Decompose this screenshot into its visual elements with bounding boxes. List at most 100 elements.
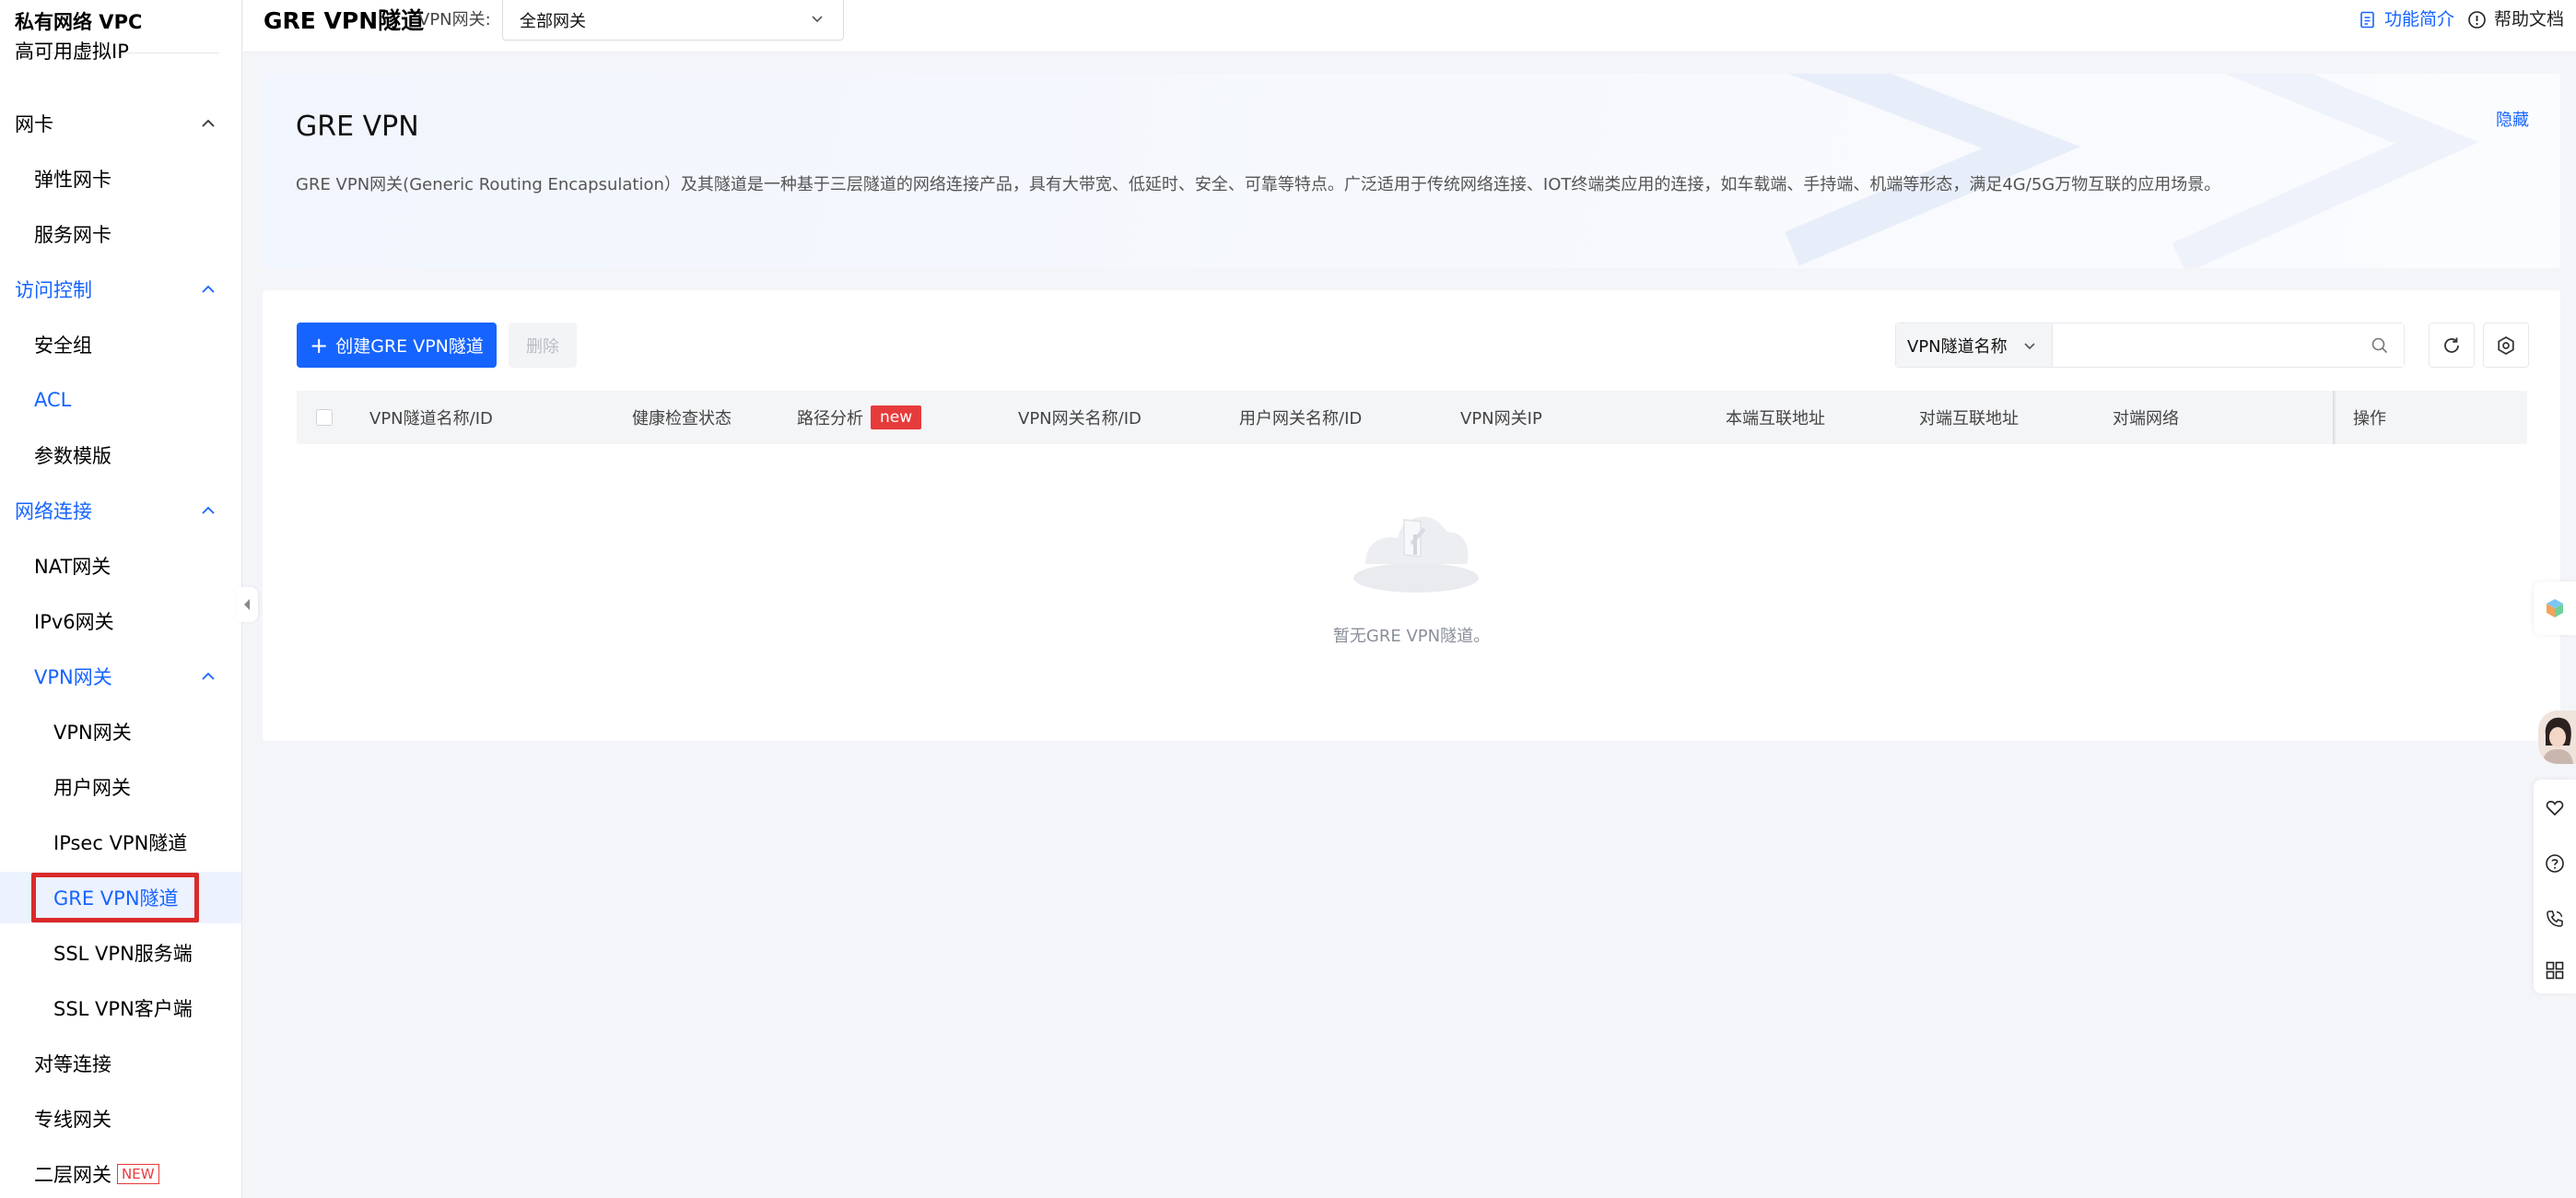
sidebar-item-param-template[interactable]: 参数模版	[0, 429, 241, 481]
column-header: 对端互联地址	[1919, 409, 2019, 429]
sidebar-item-label: 网卡	[15, 113, 53, 135]
intro-title: GRE VPN	[296, 111, 419, 143]
document-icon	[2360, 11, 2374, 28]
delete-button[interactable]: 删除	[509, 323, 577, 368]
refresh-button[interactable]	[2429, 323, 2475, 368]
sidebar-item-label: 访问控制	[15, 279, 92, 301]
column-header: 本端互联地址	[1726, 409, 1825, 429]
decorative-background	[1785, 74, 2479, 268]
sidebar-item-gre-vpn-tunnel[interactable]: GRE VPN隧道	[0, 872, 241, 923]
sidebar-item-peering[interactable]: 对等连接	[0, 1038, 241, 1089]
sidebar-item-label: SSL VPN客户端	[53, 998, 193, 1020]
sidebar-item-label: VPN网关	[53, 722, 132, 744]
sidebar-item-label: 服务网卡	[34, 224, 111, 246]
feature-intro-label: 功能简介	[2384, 9, 2455, 29]
column-header-path-analysis: 路径分析 new	[797, 391, 922, 444]
sidebar-item-label: 专线网关	[34, 1109, 111, 1131]
sidebar-item-label: 参数模版	[34, 445, 111, 467]
caret-left-icon	[244, 599, 250, 610]
intro-description: GRE VPN网关(Generic Routing Encapsulation）…	[296, 175, 2221, 194]
sidebar-group-nic[interactable]: 网卡	[0, 98, 241, 149]
sidebar-collapse-handle[interactable]	[236, 587, 258, 622]
column-header: 路径分析	[797, 409, 863, 429]
chevron-down-icon	[2022, 338, 2037, 353]
sidebar-item-ipv6-gateway[interactable]: IPv6网关	[0, 595, 241, 647]
sidebar-item-customer-gateway[interactable]: 用户网关	[0, 761, 241, 813]
sidebar-item-vpn-gateway[interactable]: VPN网关	[0, 706, 241, 758]
sidebar-item-ssl-vpn-server[interactable]: SSL VPN服务端	[0, 927, 241, 979]
sidebar-group-network-connection[interactable]: 网络连接	[0, 485, 241, 536]
sidebar-item-ipsec-vpn-tunnel[interactable]: IPsec VPN隧道	[0, 816, 241, 868]
sidebar: 私有网络 VPC 高可用虚拟IP 网卡 弹性网卡 服务网卡 访问控制 安全组 A…	[0, 0, 242, 1198]
gateway-filter-label: VPN网关:	[418, 10, 491, 29]
column-header: 操作	[2353, 409, 2386, 429]
sidebar-item-label: 网络连接	[15, 500, 92, 523]
search-icon[interactable]	[2371, 336, 2389, 355]
new-badge: NEW	[117, 1164, 159, 1184]
floating-toolbar	[2534, 780, 2576, 993]
table-header: VPN隧道名称/ID 健康检查状态 路径分析 new VPN网关名称/ID 用户…	[297, 391, 2527, 444]
sidebar-item-label: GRE VPN隧道	[53, 887, 179, 910]
create-button-label: 创建GRE VPN隧道	[335, 336, 484, 357]
search-bar: VPN隧道名称	[1895, 323, 2405, 368]
chevron-up-icon	[200, 668, 217, 685]
column-header: VPN网关名称/ID	[1018, 409, 1142, 429]
gateway-select-value: 全部网关	[520, 12, 586, 31]
app-shortcut-button[interactable]	[2534, 581, 2576, 635]
help-docs-link[interactable]: 帮助文档	[2467, 7, 2564, 31]
question-icon[interactable]	[2545, 853, 2565, 874]
create-gre-vpn-tunnel-button[interactable]: + 创建GRE VPN隧道	[297, 323, 497, 368]
sidebar-item-label: NAT网关	[34, 556, 111, 578]
new-tag: new	[871, 405, 922, 429]
search-field-select[interactable]: VPN隧道名称	[1896, 323, 2053, 367]
info-circle-icon	[2468, 10, 2486, 29]
column-header: VPN隧道名称/ID	[369, 409, 493, 429]
heart-icon[interactable]	[2545, 798, 2565, 818]
phone-icon[interactable]	[2545, 909, 2565, 929]
chevron-up-icon	[200, 281, 217, 298]
avatar	[2538, 711, 2576, 764]
sidebar-item-label: IPv6网关	[34, 611, 114, 633]
sidebar-item-acl[interactable]: ACL	[0, 374, 241, 426]
feature-intro-link[interactable]: 功能简介	[2358, 7, 2454, 31]
sidebar-group-vpn-gateway[interactable]: VPN网关	[0, 651, 241, 702]
column-header: 健康检查状态	[632, 409, 732, 429]
chevron-up-icon	[200, 502, 217, 519]
sidebar-item-nat-gateway[interactable]: NAT网关	[0, 540, 241, 592]
hide-intro-link[interactable]: 隐藏	[2496, 107, 2529, 131]
search-field-label: VPN隧道名称	[1907, 336, 2008, 357]
sidebar-item-label: 二层网关	[34, 1164, 111, 1186]
grid-icon[interactable]	[2545, 960, 2565, 981]
sidebar-title: 私有网络 VPC	[15, 11, 143, 33]
sidebar-item-havip[interactable]: 高可用虚拟IP	[0, 38, 241, 89]
select-all-checkbox[interactable]	[316, 409, 333, 426]
intro-card: GRE VPN 隐藏 GRE VPN网关(Generic Routing Enc…	[263, 74, 2560, 268]
refresh-icon	[2444, 337, 2459, 353]
sidebar-item-service-nic[interactable]: 服务网卡	[0, 208, 241, 260]
page-title: GRE VPN隧道	[263, 7, 425, 34]
chevron-up-icon	[200, 115, 217, 132]
column-header: 对端网络	[2113, 409, 2179, 429]
sidebar-group-access-control[interactable]: 访问控制	[0, 264, 241, 315]
sidebar-item-l2-gateway[interactable]: 二层网关 NEW	[0, 1148, 241, 1198]
settings-button[interactable]	[2483, 323, 2529, 368]
sidebar-item-label: VPN网关	[34, 666, 112, 688]
sidebar-item-security-group[interactable]: 安全组	[0, 319, 241, 370]
empty-state-illustration	[1353, 516, 1479, 593]
sidebar-item-label: SSL VPN服务端	[53, 943, 193, 965]
sidebar-item-ssl-vpn-client[interactable]: SSL VPN客户端	[0, 982, 241, 1034]
sidebar-item-eni[interactable]: 弹性网卡	[0, 153, 241, 205]
sidebar-item-direct-connect-gateway[interactable]: 专线网关	[0, 1093, 241, 1145]
search-input[interactable]	[2053, 323, 2404, 367]
sidebar-item-label: 安全组	[34, 335, 92, 357]
sidebar-item-label: ACL	[34, 389, 72, 411]
chevron-down-icon	[810, 11, 825, 26]
sidebar-item-label: 对等连接	[34, 1053, 111, 1075]
sidebar-item-label: 弹性网卡	[34, 169, 111, 191]
plus-icon: +	[310, 332, 329, 358]
app-cube-icon	[2547, 599, 2563, 617]
gateway-select[interactable]: 全部网关	[502, 0, 844, 41]
assistant-avatar[interactable]	[2538, 711, 2576, 764]
top-bar: GRE VPN隧道 VPN网关: 全部网关 功能简介 帮助文档	[243, 0, 2576, 53]
help-docs-label: 帮助文档	[2494, 9, 2565, 29]
